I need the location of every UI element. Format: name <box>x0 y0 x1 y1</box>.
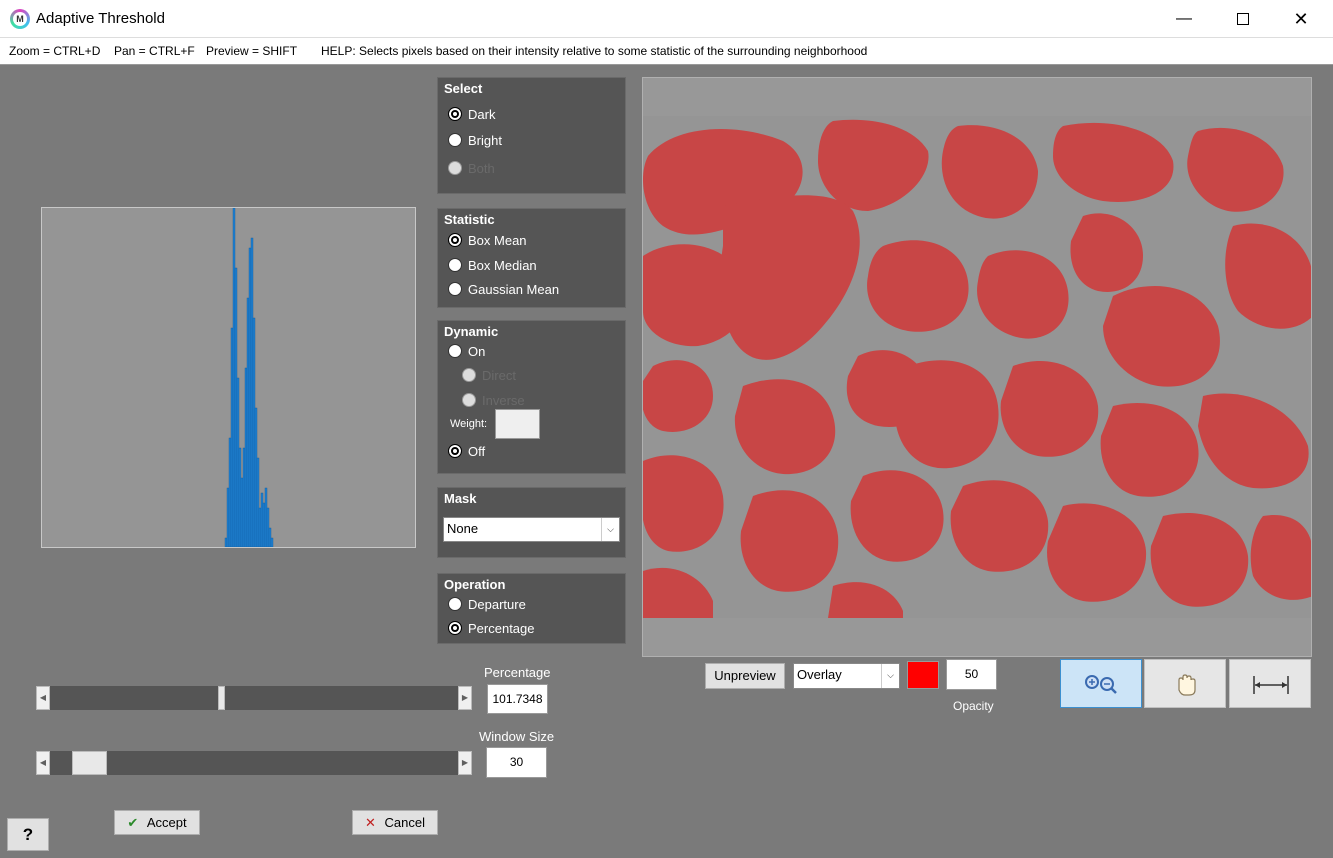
percentage-slider[interactable]: ◀ ▶ <box>36 686 472 710</box>
zoom-tool-button[interactable] <box>1060 659 1142 708</box>
gaussian-mean-label: Gaussian Mean <box>468 281 560 297</box>
help-text: HELP: Selects pixels based on their inte… <box>321 44 868 58</box>
select-dark-label: Dark <box>468 106 496 122</box>
window-size-slider[interactable]: ◀ ▶ <box>36 751 472 775</box>
dynamic-off-radio[interactable]: Off <box>448 442 485 460</box>
histogram-chart <box>41 207 416 548</box>
pan-shortcut-text: Pan = CTRL+F <box>114 44 195 58</box>
statistic-gaussian-mean-radio[interactable]: Gaussian Mean <box>448 280 559 298</box>
display-mode-select[interactable]: Overlay ⌵ <box>793 663 900 689</box>
title-bar: M Adaptive Threshold — ✕ <box>0 0 1333 38</box>
overlay-color-swatch[interactable] <box>907 661 939 689</box>
close-button[interactable]: ✕ <box>1272 0 1330 38</box>
inverse-label: Inverse <box>482 392 525 408</box>
dynamic-inverse-radio: Inverse <box>462 391 525 409</box>
window-size-field[interactable]: 30 <box>486 747 547 778</box>
operation-panel: Operation Departure Percentage <box>437 573 626 644</box>
zoom-shortcut-text: Zoom = CTRL+D <box>9 44 101 58</box>
slider-right-arrow-icon[interactable]: ▶ <box>458 686 472 710</box>
chevron-down-icon: ⌵ <box>601 518 619 541</box>
maximize-button[interactable] <box>1214 0 1272 38</box>
window-size-label: Window Size <box>479 729 555 744</box>
percentage-slider-thumb[interactable] <box>218 686 226 710</box>
chevron-down-icon: ⌵ <box>881 664 899 688</box>
direct-label: Direct <box>482 367 516 383</box>
hand-pan-icon <box>1178 674 1196 696</box>
opacity-label: Opacity <box>953 699 994 713</box>
select-both-radio: Both <box>448 159 495 177</box>
unpreview-button[interactable]: Unpreview <box>705 663 785 689</box>
mask-select[interactable]: None ⌵ <box>443 517 620 542</box>
dynamic-panel-title: Dynamic <box>444 324 499 339</box>
window-title: Adaptive Threshold <box>36 10 165 27</box>
statistic-box-median-radio[interactable]: Box Median <box>448 256 537 274</box>
dynamic-on-radio[interactable]: On <box>448 342 485 360</box>
departure-label: Departure <box>468 596 526 612</box>
slider-left-arrow-icon[interactable]: ◀ <box>36 751 50 775</box>
zoom-in-out-icon <box>1085 675 1117 694</box>
operation-panel-title: Operation <box>444 577 506 592</box>
operation-departure-radio[interactable]: Departure <box>448 595 526 613</box>
dynamic-on-label: On <box>468 343 486 359</box>
help-button[interactable]: ? <box>7 818 49 851</box>
mask-panel: Mask None ⌵ <box>437 487 626 558</box>
shortcut-help-bar: Zoom = CTRL+D Pan = CTRL+F Preview = SHI… <box>0 38 1333 65</box>
cancel-x-icon: ✕ <box>365 815 376 830</box>
cancel-label: Cancel <box>384 815 425 830</box>
opacity-field[interactable]: 50 <box>946 659 997 690</box>
window-size-slider-thumb[interactable] <box>72 751 108 775</box>
box-median-label: Box Median <box>468 257 537 273</box>
fit-width-tool-button[interactable] <box>1229 659 1311 708</box>
cancel-button[interactable]: ✕ Cancel <box>352 810 438 835</box>
dynamic-off-label: Off <box>468 443 486 459</box>
select-panel-title: Select <box>444 81 483 96</box>
select-both-label: Both <box>468 160 495 176</box>
app-logo-icon: M <box>10 9 30 29</box>
histogram-bars <box>224 207 274 548</box>
statistic-panel: Statistic Box Mean Box Median Gaussian M… <box>437 208 626 308</box>
accept-label: Accept <box>146 815 187 830</box>
display-mode-value: Overlay <box>797 667 842 682</box>
slider-right-arrow-icon[interactable]: ▶ <box>458 751 472 775</box>
threshold-overlay-image <box>643 116 1311 618</box>
dynamic-panel: Dynamic On Direct Inverse Weight: Off <box>437 320 626 474</box>
dynamic-direct-radio: Direct <box>462 366 516 384</box>
weight-field <box>495 409 540 439</box>
select-dark-radio[interactable]: Dark <box>448 105 495 123</box>
minimize-button[interactable]: — <box>1155 0 1213 38</box>
slider-left-arrow-icon[interactable]: ◀ <box>36 686 50 710</box>
preview-shortcut-text: Preview = SHIFT <box>206 44 298 58</box>
box-mean-label: Box Mean <box>468 232 527 248</box>
percentage-field[interactable]: 101.7348 <box>487 684 548 714</box>
percentage-option-label: Percentage <box>468 620 535 636</box>
select-bright-radio[interactable]: Bright <box>448 131 502 149</box>
checkmark-icon: ✔ <box>127 815 139 830</box>
statistic-box-mean-radio[interactable]: Box Mean <box>448 231 527 249</box>
percentage-label: Percentage <box>484 665 551 680</box>
operation-percentage-radio[interactable]: Percentage <box>448 619 535 637</box>
accept-button[interactable]: ✔ Accept <box>114 810 200 835</box>
statistic-panel-title: Statistic <box>444 212 495 227</box>
fit-width-icon <box>1253 676 1289 694</box>
mask-select-value: None <box>447 521 479 536</box>
select-bright-label: Bright <box>468 132 502 148</box>
mask-panel-title: Mask <box>444 491 477 506</box>
pan-tool-button[interactable] <box>1144 659 1226 708</box>
weight-label: Weight: <box>450 418 488 430</box>
select-panel: Select Dark Bright Both <box>437 77 626 194</box>
preview-image-panel[interactable] <box>642 77 1312 657</box>
